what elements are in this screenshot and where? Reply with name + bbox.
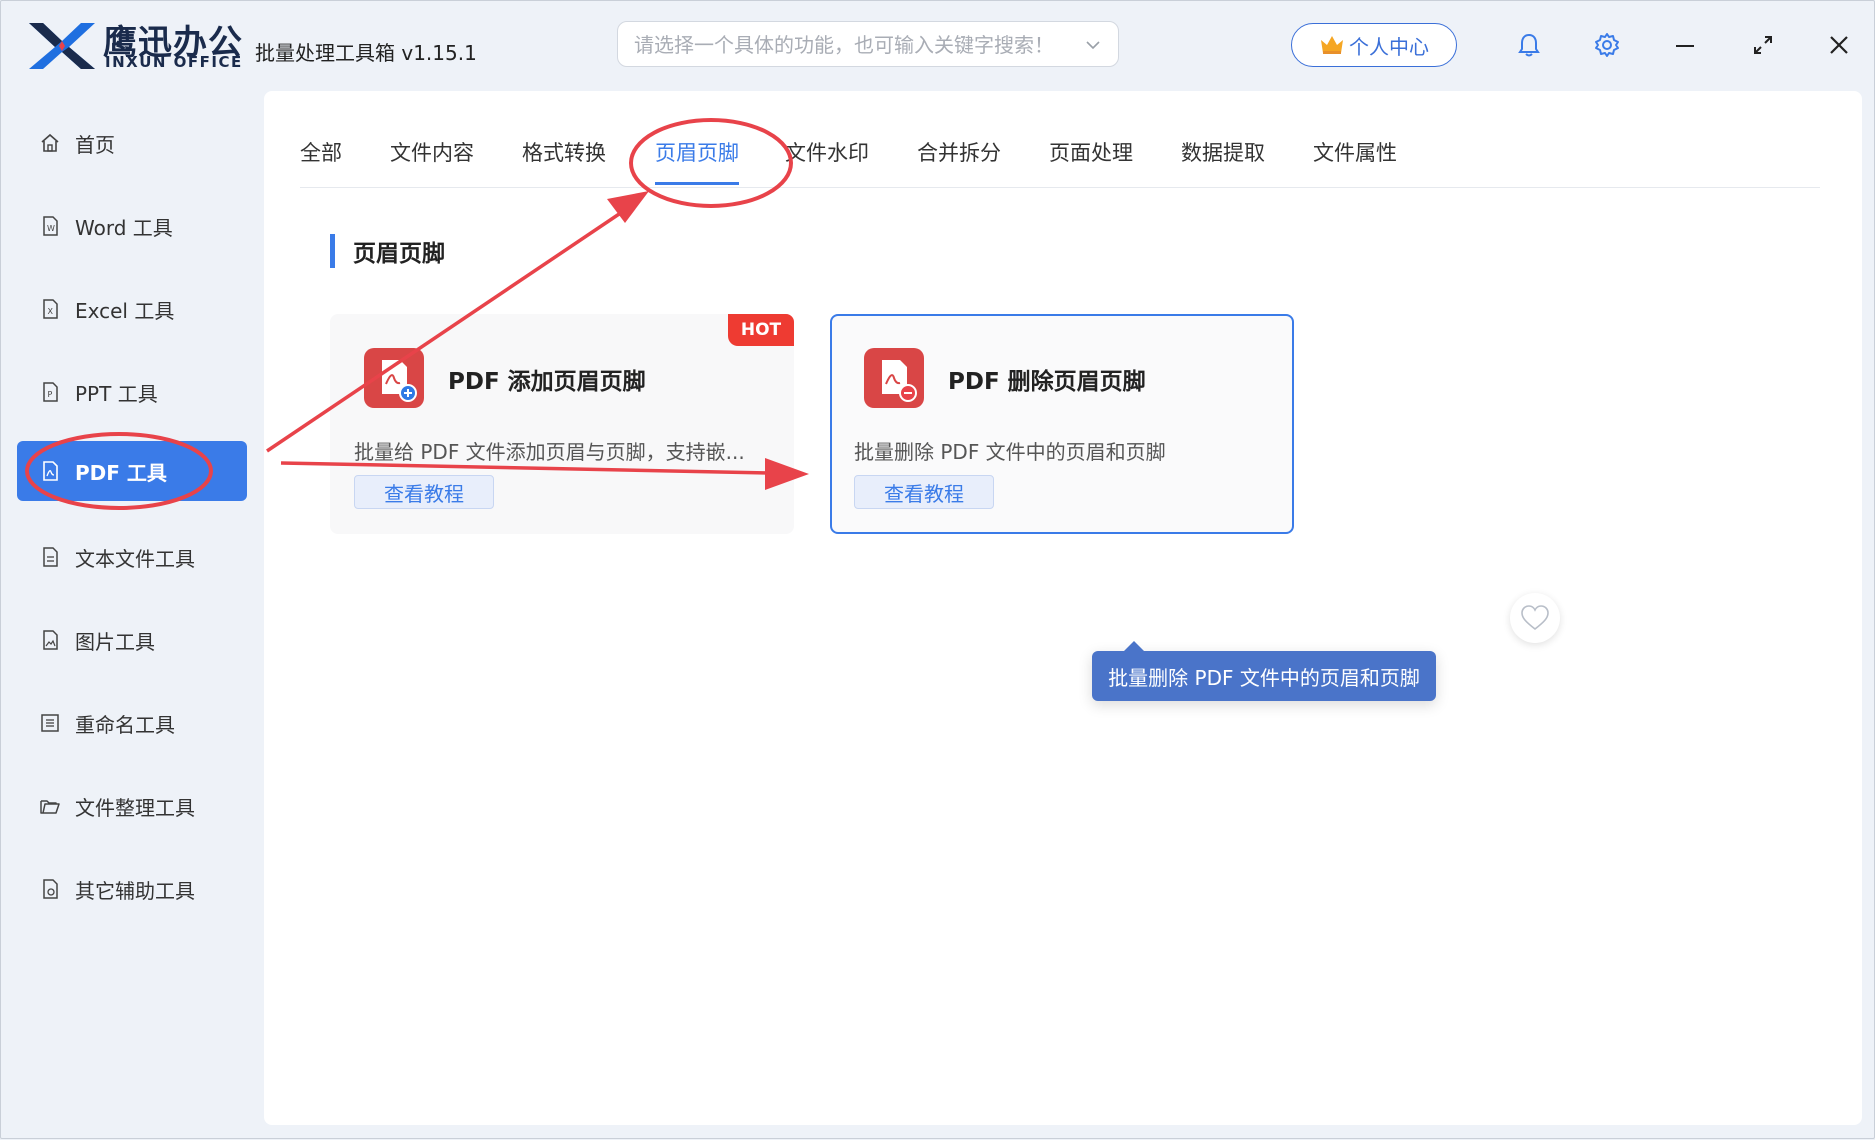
sidebar-item-word[interactable]: W Word 工具 — [17, 196, 247, 256]
home-icon — [41, 133, 59, 152]
tab-page-processing[interactable]: 页面处理 — [1049, 137, 1133, 177]
folder-icon — [40, 800, 60, 814]
sidebar-item-label: 文本文件工具 — [75, 546, 195, 571]
card-title: PDF 删除页眉页脚 — [948, 369, 1146, 395]
sidebar-item-label: Excel 工具 — [75, 298, 175, 323]
tab-watermark[interactable]: 文件水印 — [785, 137, 869, 177]
hot-badge: HOT — [728, 314, 794, 346]
sidebar-item-label: Word 工具 — [75, 215, 173, 240]
chevron-down-icon[interactable] — [1084, 36, 1102, 54]
brand-name-english: INXUN OFFICE — [105, 53, 243, 71]
app-title: 批量处理工具箱 v1.15.1 — [255, 41, 477, 65]
sidebar-item-image[interactable]: 图片工具 — [17, 610, 247, 670]
gear-icon[interactable] — [1593, 31, 1621, 59]
tool-card-pdf-add-header-footer[interactable]: HOT PDF 添加页眉页脚 批量给 PDF 文件添加页眉与页脚，支持嵌... … — [330, 314, 794, 534]
section-title: 页眉页脚 — [353, 241, 445, 267]
tab-file-properties[interactable]: 文件属性 — [1313, 137, 1397, 177]
sidebar-item-label: 图片工具 — [75, 629, 155, 654]
word-file-icon: W — [43, 216, 58, 236]
user-center-label: 个人中心 — [1349, 34, 1429, 59]
sidebar-item-label: PDF 工具 — [75, 460, 167, 485]
sidebar-item-label: 文件整理工具 — [75, 795, 195, 820]
rename-icon — [41, 714, 59, 732]
user-center-button[interactable]: 个人中心 — [1291, 23, 1457, 67]
tab-data-extraction[interactable]: 数据提取 — [1181, 137, 1265, 177]
view-tutorial-button[interactable]: 查看教程 — [354, 475, 494, 509]
sidebar-item-rename[interactable]: 重命名工具 — [17, 693, 247, 753]
sidebar-item-ppt[interactable]: P PPT 工具 — [17, 362, 247, 422]
card-description: 批量给 PDF 文件添加页眉与页脚，支持嵌... — [354, 440, 745, 464]
excel-file-icon: X — [43, 299, 58, 319]
sidebar-item-folder[interactable]: 文件整理工具 — [17, 776, 247, 836]
sidebar-item-pdf[interactable]: PDF 工具 — [17, 441, 247, 501]
ppt-file-icon: P — [43, 382, 58, 402]
maximize-icon[interactable] — [1749, 31, 1777, 59]
sidebar-item-home[interactable]: 首页 — [17, 113, 247, 173]
pdf-remove-icon — [864, 348, 924, 408]
sidebar-item-excel[interactable]: X Excel 工具 — [17, 279, 247, 339]
misc-tools-icon — [43, 879, 58, 899]
sidebar: 首页 W Word 工具 X Excel 工具 P PPT 工具 PDF 工具 … — [1, 91, 259, 1138]
tab-format-conversion[interactable]: 格式转换 — [522, 137, 606, 177]
tab-header-footer[interactable]: 页眉页脚 — [655, 137, 739, 185]
tooltip: 批量删除 PDF 文件中的页眉和页脚 — [1092, 641, 1436, 701]
minimize-icon[interactable] — [1671, 31, 1699, 59]
section-accent-bar — [330, 234, 335, 268]
heart-icon — [1521, 605, 1549, 631]
image-file-icon — [43, 630, 58, 650]
sidebar-item-label: 其它辅助工具 — [75, 878, 195, 903]
sidebar-item-text[interactable]: 文本文件工具 — [17, 527, 247, 587]
svg-text:W: W — [47, 224, 55, 233]
view-tutorial-button[interactable]: 查看教程 — [854, 475, 994, 509]
text-file-icon — [43, 547, 58, 567]
search-input[interactable] — [632, 30, 1066, 60]
tab-all[interactable]: 全部 — [300, 137, 342, 177]
svg-text:P: P — [48, 390, 53, 399]
category-tabs: 全部 文件内容 格式转换 页眉页脚 文件水印 合并拆分 页面处理 数据提取 文件… — [300, 129, 1820, 188]
tab-merge-split[interactable]: 合并拆分 — [917, 137, 1001, 177]
close-icon[interactable] — [1825, 31, 1853, 59]
sidebar-item-label: PPT 工具 — [75, 381, 158, 406]
tool-card-pdf-remove-header-footer[interactable]: PDF 删除页眉页脚 批量删除 PDF 文件中的页眉和页脚 查看教程 — [830, 314, 1294, 534]
sidebar-item-label: 重命名工具 — [75, 712, 175, 737]
card-title: PDF 添加页眉页脚 — [448, 369, 646, 395]
card-description: 批量删除 PDF 文件中的页眉和页脚 — [854, 440, 1166, 464]
bell-icon[interactable] — [1515, 31, 1543, 59]
app-window: 鹰迅办公 INXUN OFFICE 批量处理工具箱 v1.15.1 个人中心 — [0, 0, 1875, 1139]
main-panel: 全部 文件内容 格式转换 页眉页脚 文件水印 合并拆分 页面处理 数据提取 文件… — [264, 91, 1862, 1125]
pdf-file-icon — [43, 461, 58, 481]
sidebar-item-misc[interactable]: 其它辅助工具 — [17, 859, 247, 919]
search-box[interactable] — [617, 21, 1119, 67]
svg-text:X: X — [48, 307, 54, 316]
tab-file-content[interactable]: 文件内容 — [390, 137, 474, 177]
section-heading: 页眉页脚 — [330, 233, 445, 269]
favorite-button[interactable] — [1510, 593, 1560, 643]
title-bar: 鹰迅办公 INXUN OFFICE 批量处理工具箱 v1.15.1 个人中心 — [1, 1, 1875, 91]
pdf-add-icon — [364, 348, 424, 408]
sidebar-item-label: 首页 — [75, 132, 115, 157]
app-logo-icon — [29, 23, 95, 69]
crown-icon — [1321, 36, 1343, 54]
